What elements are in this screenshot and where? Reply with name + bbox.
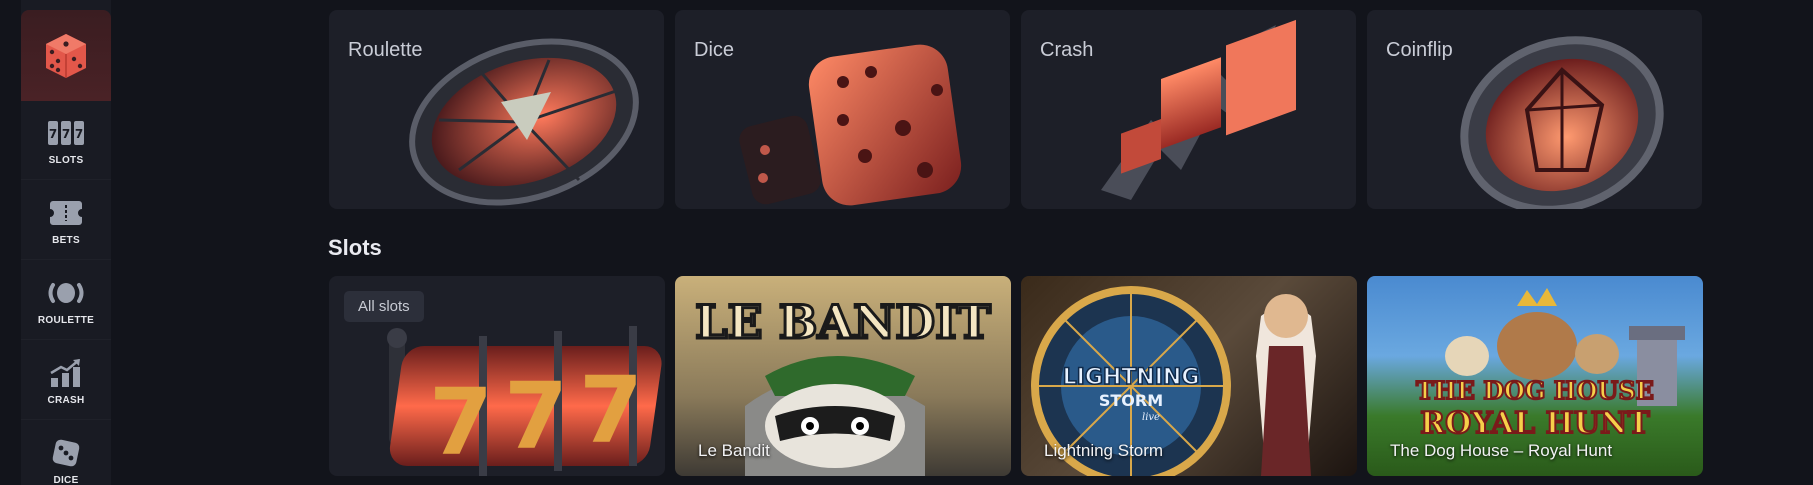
game-card-title: Crash [1040, 39, 1094, 61]
sidebar-item-label: SLOTS [48, 154, 84, 166]
svg-text:7: 7 [429, 369, 493, 476]
sidebar-item-dice[interactable]: DICE [21, 421, 111, 485]
slot-reels-icon: 7 7 7 [48, 120, 84, 145]
sidebar: 7 7 7 SLOTS BETS ROULETTE CRASH DICE [21, 0, 111, 485]
game-card-title: Coinflip [1386, 39, 1453, 61]
ticket-icon [50, 200, 82, 225]
sidebar-item-crash[interactable]: CRASH [21, 341, 111, 420]
slot-tile-caption: Lightning Storm [1044, 441, 1164, 460]
slot-tile-le-bandit[interactable]: LE BANDIT Le Bandit [675, 276, 1011, 476]
slot-tile-caption: The Dog House – Royal Hunt [1390, 441, 1613, 460]
sidebar-item-slots[interactable]: 7 7 7 SLOTS [21, 101, 111, 180]
svg-text:LIGHTNING: LIGHTNING [1063, 365, 1200, 390]
sidebar-item-label: ROULETTE [37, 314, 95, 326]
game-card-title: Roulette [348, 39, 423, 61]
game-card-roulette[interactable]: Roulette [329, 10, 664, 209]
sidebar-item-label: CRASH [47, 394, 85, 406]
sidebar-item-label: DICE [53, 474, 79, 485]
svg-text:7: 7 [62, 127, 70, 141]
sidebar-item-roulette[interactable]: ROULETTE [21, 261, 111, 340]
svg-text:7: 7 [75, 127, 83, 141]
svg-text:THE DOG HOUSE: THE DOG HOUSE [1416, 376, 1654, 405]
slot-tile-caption: Le Bandit [698, 441, 770, 460]
dice-icon [52, 439, 80, 466]
game-card-coinflip[interactable]: Coinflip [1367, 10, 1702, 209]
svg-text:7: 7 [579, 357, 643, 464]
svg-text:ROYAL HUNT: ROYAL HUNT [1420, 406, 1650, 441]
all-slots-tile[interactable]: All slots 777 [329, 276, 665, 476]
game-card-title: Dice [694, 39, 735, 61]
svg-text:LE BANDIT: LE BANDIT [695, 295, 991, 349]
slot-tile-dog-house-royal-hunt[interactable]: THE DOG HOUSE ROYAL HUNT The Dog House –… [1367, 276, 1703, 476]
sidebar-item-bets[interactable]: BETS [21, 181, 111, 260]
game-card-dice[interactable]: Dice [675, 10, 1010, 209]
svg-text:live: live [1142, 412, 1160, 423]
home-logo[interactable] [21, 10, 111, 101]
section-heading-slots: Slots [328, 235, 382, 260]
roulette-icon [48, 282, 84, 303]
all-slots-button[interactable]: All slots [344, 291, 424, 322]
game-card-crash[interactable]: Crash [1021, 10, 1356, 209]
svg-text:STORM: STORM [1099, 391, 1163, 410]
svg-text:7: 7 [504, 363, 568, 470]
slot-tile-lightning-storm[interactable]: LIGHTNING STORM live Lightning Storm [1021, 276, 1357, 476]
svg-text:7: 7 [49, 127, 57, 141]
dice-logo-icon [46, 33, 86, 78]
crash-chart-icon [50, 358, 80, 387]
sidebar-item-label: BETS [52, 234, 80, 246]
le-bandit-logo: LE BANDIT [694, 294, 993, 351]
